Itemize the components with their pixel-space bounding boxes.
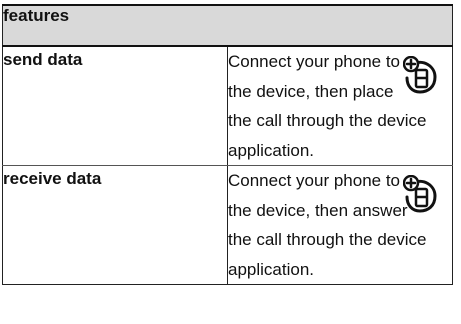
description-line: application. xyxy=(228,259,315,279)
features-table: features send data Connect your phone to… xyxy=(2,4,453,285)
description-line: the call through the device xyxy=(228,111,427,130)
feature-name: send data xyxy=(2,46,228,166)
feature-description: Connect your phone to the device, then a… xyxy=(227,165,453,285)
feature-name: receive data xyxy=(2,165,228,285)
table-header-row: features xyxy=(2,4,453,47)
description-line: application. xyxy=(228,140,315,160)
network-feature-icon xyxy=(403,175,437,213)
document-page: features send data Connect your phone to… xyxy=(0,0,461,324)
network-feature-icon xyxy=(403,56,437,94)
description-line: the call through the device xyxy=(228,230,427,249)
table-row-send-data: send data Connect your phone to the devi… xyxy=(2,46,453,166)
feature-description: Connect your phone to the device, then p… xyxy=(227,46,453,166)
table-header: features xyxy=(2,4,453,47)
table-row-receive-data: receive data Connect your phone to the d… xyxy=(2,165,453,285)
